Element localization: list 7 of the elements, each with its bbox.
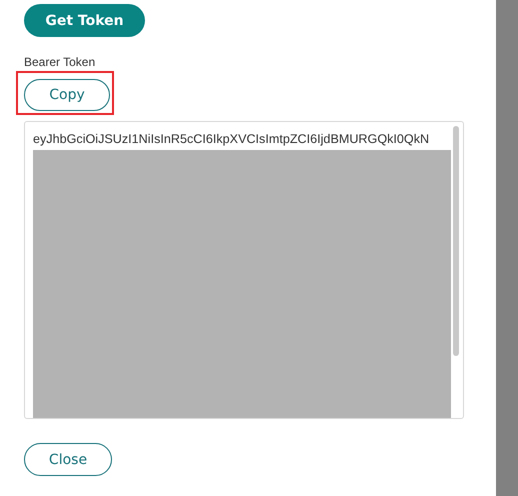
- close-button[interactable]: Close: [24, 443, 112, 476]
- copy-button[interactable]: Copy: [24, 79, 110, 111]
- token-text: eyJhbGciOiJSUzI1NiIsInR5cCI6IkpXVCIsImtpZCI6IjdBMURGQkI0QkN: [33, 132, 430, 146]
- token-text-area[interactable]: eyJhbGciOiJSUzI1NiIsInR5cCI6IkpXVCIsImtpZCI6IjdBMURGQkI0QkN: [24, 121, 464, 419]
- bearer-token-label: Bearer Token: [24, 55, 96, 69]
- get-token-button[interactable]: Get Token: [24, 4, 145, 37]
- scrollbar[interactable]: [453, 126, 459, 356]
